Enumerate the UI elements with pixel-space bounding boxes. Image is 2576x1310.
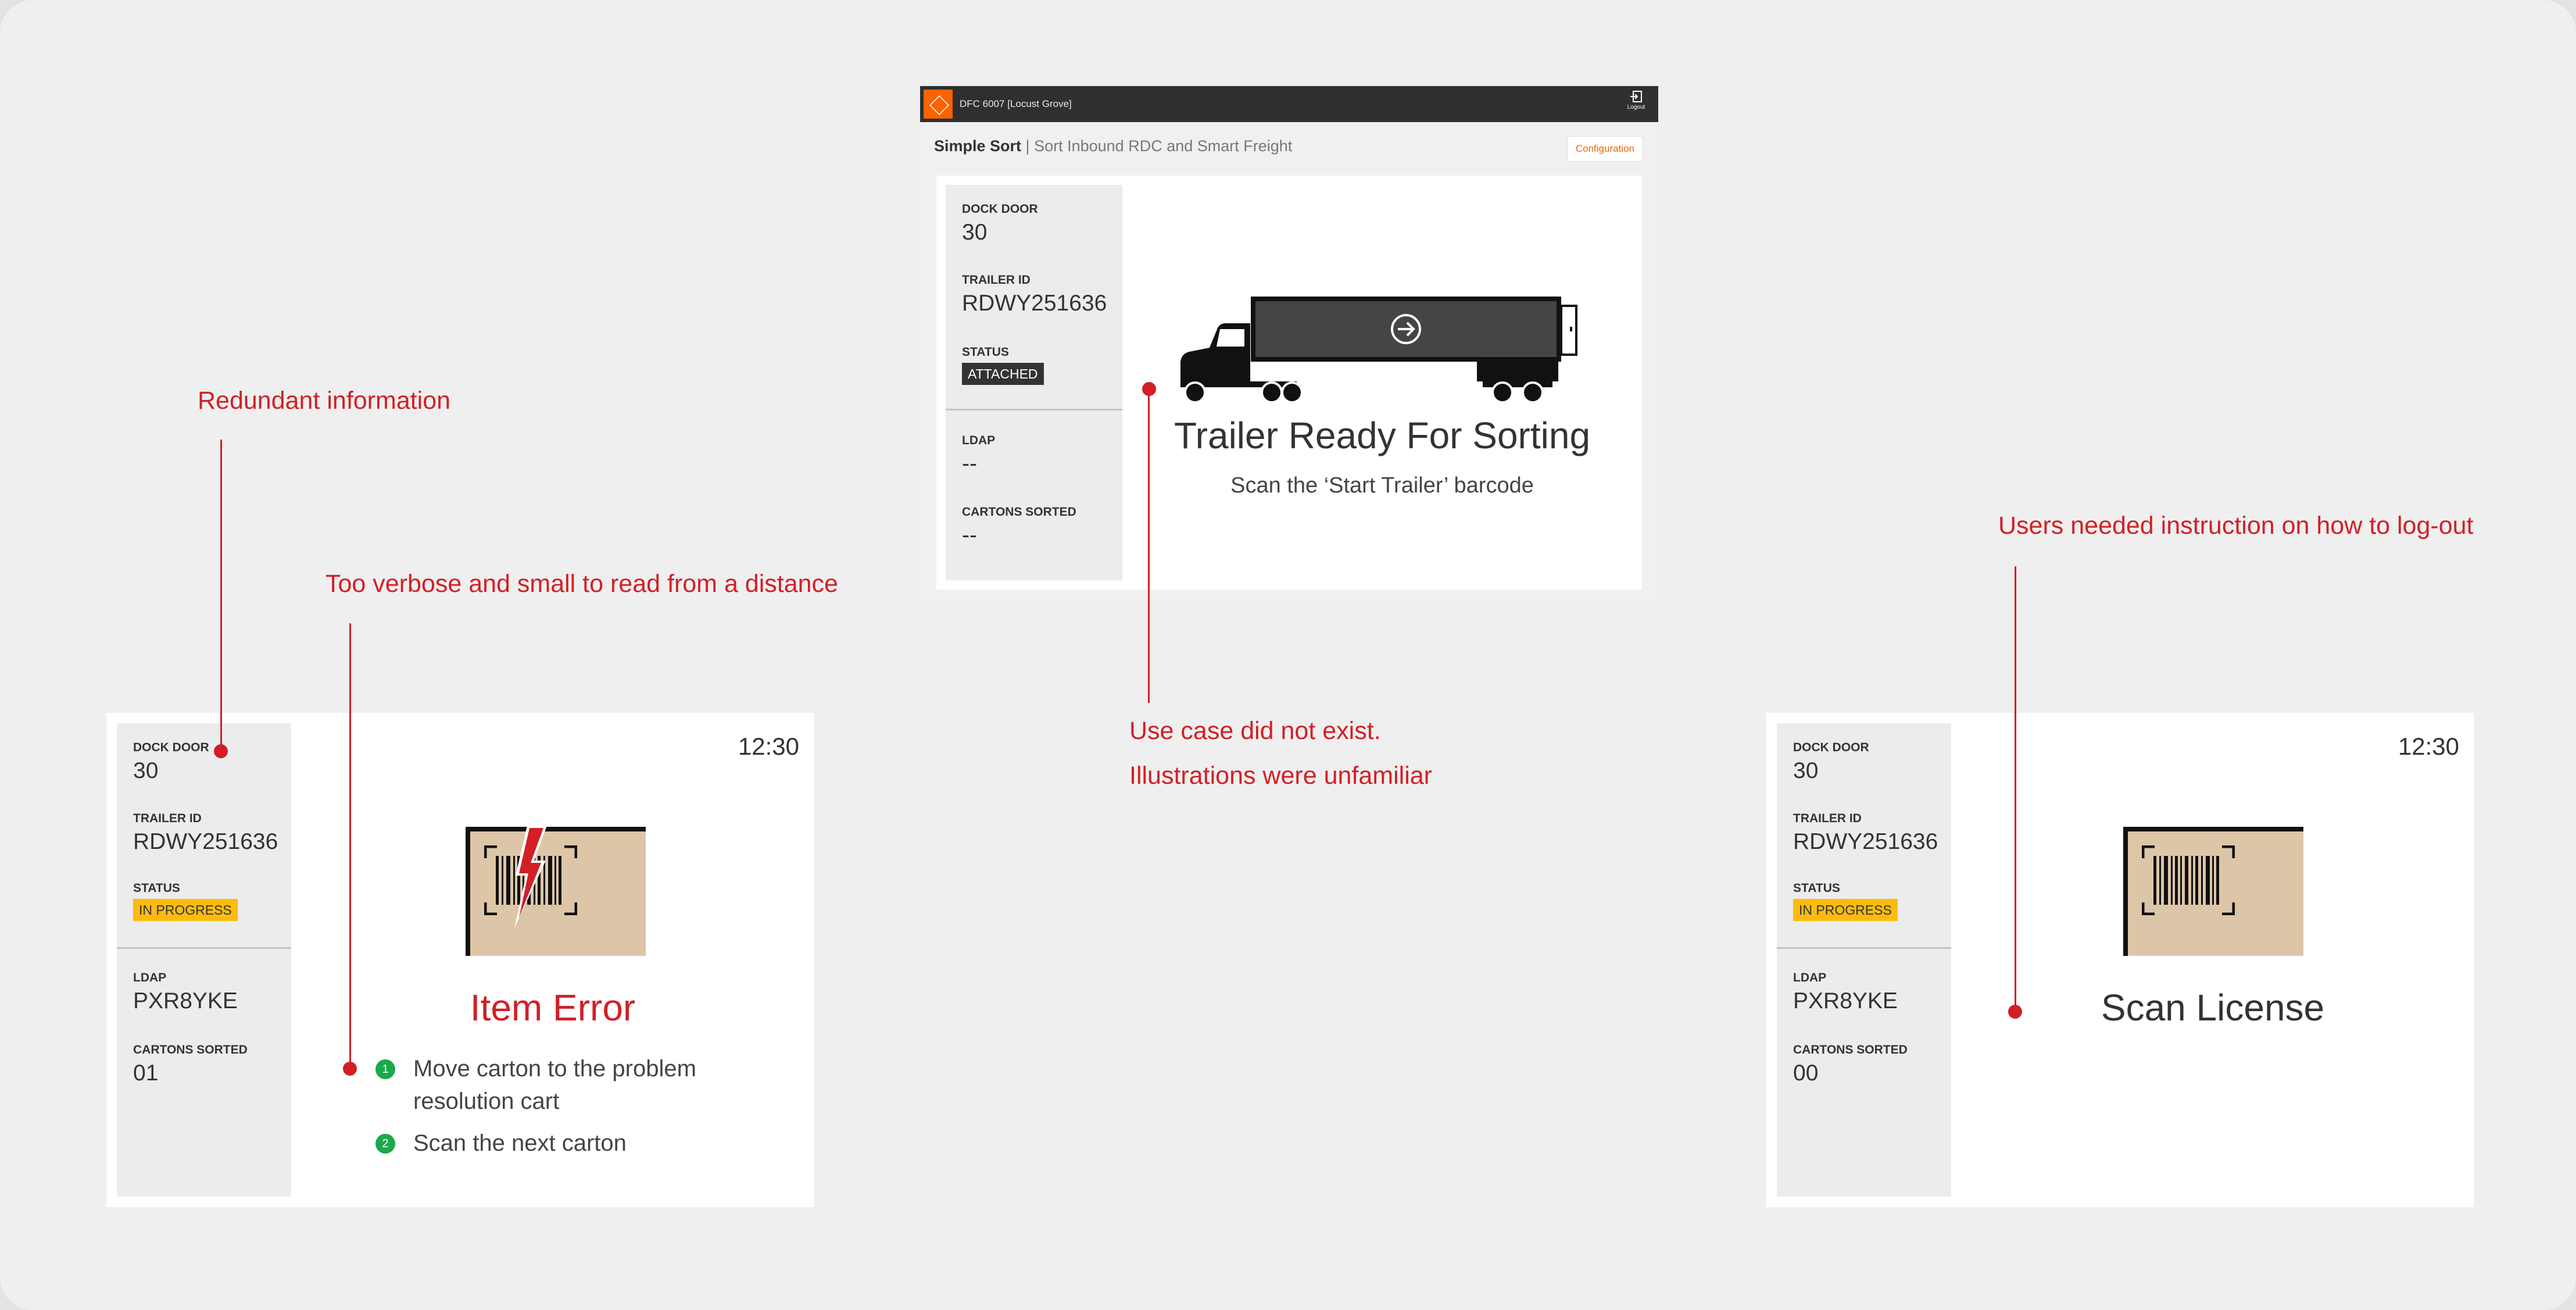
page-title: Simple Sort | Sort Inbound RDC and Smart…: [934, 137, 1292, 155]
title-separator: |: [1025, 137, 1030, 155]
trailer-info-sidebar: DOCK DOOR 30 TRAILER ID RDWY251636 STATU…: [1777, 723, 1951, 1197]
status-label: STATUS: [962, 345, 1009, 359]
step-number-badge: 2: [375, 1134, 395, 1154]
status-badge: IN PROGRESS: [133, 899, 238, 921]
annotation-line: [1148, 389, 1150, 703]
carton-illustration: [2123, 827, 2303, 956]
scan-license-screen: DOCK DOOR 30 TRAILER ID RDWY251636 STATU…: [1766, 713, 2474, 1207]
annotation-illustrations: Illustrations were unfamiliar: [1129, 762, 1432, 790]
step-1-text: Move carton to the problem resolution ca…: [413, 1052, 696, 1118]
ldap-label: LDAP: [133, 971, 167, 984]
trailer-ready-heading: Trailer Ready For Sorting: [1173, 415, 1591, 456]
logout-button[interactable]: Logout: [1625, 90, 1648, 110]
annotation-line: [2015, 566, 2016, 1013]
dock-door-label: DOCK DOOR: [133, 741, 209, 754]
step-number-badge: 1: [375, 1059, 395, 1079]
simple-sort-window: DFC 6007 [Locust Grove] Logout Simple So…: [920, 86, 1658, 598]
dock-door-value: 30: [1793, 758, 1819, 783]
store-name: DFC 6007 [Locust Grove]: [960, 98, 1072, 109]
carton-illustration: [466, 826, 646, 956]
status-label: STATUS: [1793, 881, 1840, 895]
annotation-dot: [2008, 1005, 2022, 1019]
dock-door-value: 30: [962, 220, 988, 245]
status-badge: ATTACHED: [962, 363, 1044, 385]
trailer-id-value: RDWY251636: [1793, 829, 1938, 854]
app-name: Simple Sort: [934, 137, 1022, 155]
logout-icon: [1630, 91, 1642, 102]
annotation-verbose: Too verbose and small to read from a dis…: [325, 570, 838, 598]
trailer-id-value: RDWY251636: [133, 829, 278, 854]
sidebar-divider: [1777, 947, 1951, 949]
truck-illustration: [1180, 297, 1577, 404]
step-2-text: Scan the next carton: [413, 1130, 627, 1156]
home-depot-logo: [924, 90, 953, 119]
cartons-sorted-label: CARTONS SORTED: [962, 505, 1076, 519]
barcode-icon: [2142, 845, 2235, 915]
ldap-label: LDAP: [962, 434, 996, 447]
canvas: DFC 6007 [Locust Grove] Logout Simple So…: [0, 0, 2576, 1310]
status-badge: IN PROGRESS: [1793, 899, 1898, 921]
status-label: STATUS: [133, 881, 180, 895]
dock-door-value: 30: [133, 758, 159, 783]
cartons-sorted-label: CARTONS SORTED: [133, 1043, 248, 1056]
ldap-value: PXR8YKE: [1793, 988, 1898, 1013]
trailer-id-value: RDWY251636: [962, 291, 1107, 316]
annotation-line: [349, 623, 351, 1069]
annotation-line: [220, 440, 222, 751]
dock-door-label: DOCK DOOR: [1793, 741, 1869, 754]
annotation-redundant: Redundant information: [198, 387, 451, 415]
cartons-sorted-value: 01: [133, 1061, 159, 1086]
dock-door-label: DOCK DOOR: [962, 202, 1038, 216]
annotation-logout: Users needed instruction on how to log-o…: [1998, 512, 2474, 540]
step-1-line-2: resolution cart: [413, 1088, 560, 1114]
page-subtitle: Sort Inbound RDC and Smart Freight: [1034, 137, 1293, 155]
trailer-info-sidebar: DOCK DOOR 30 TRAILER ID RDWY251636 STATU…: [946, 185, 1122, 580]
trailer-id-label: TRAILER ID: [1793, 812, 1862, 825]
main-panel: DOCK DOOR 30 TRAILER ID RDWY251636 STATU…: [936, 176, 1642, 590]
annotation-dot: [214, 744, 228, 758]
scan-license-heading: Scan License: [2101, 987, 2325, 1029]
trailer-id-label: TRAILER ID: [962, 273, 1031, 287]
logout-label: Logout: [1627, 104, 1645, 110]
annotation-dot: [343, 1062, 357, 1076]
trailer-id-label: TRAILER ID: [133, 812, 202, 825]
app-header: DFC 6007 [Locust Grove] Logout: [920, 86, 1658, 122]
ldap-value: --: [962, 451, 977, 476]
sidebar-divider: [117, 947, 291, 949]
clock: 12:30: [2398, 733, 2459, 760]
cartons-sorted-label: CARTONS SORTED: [1793, 1043, 1908, 1056]
item-error-screen: DOCK DOOR 30 TRAILER ID RDWY251636 STATU…: [106, 713, 814, 1207]
step-1-line-1: Move carton to the problem: [413, 1056, 696, 1081]
sidebar-divider: [946, 409, 1122, 411]
annotation-use-case: Use case did not exist.: [1129, 717, 1381, 745]
ldap-label: LDAP: [1793, 971, 1827, 984]
lightning-bolt-icon: [514, 826, 547, 928]
cartons-sorted-value: --: [962, 523, 977, 548]
clock: 12:30: [738, 733, 799, 760]
cartons-sorted-value: 00: [1793, 1061, 1819, 1086]
trailer-info-sidebar: DOCK DOOR 30 TRAILER ID RDWY251636 STATU…: [117, 723, 291, 1197]
item-error-heading: Item Error: [470, 987, 636, 1029]
configuration-button[interactable]: Configuration: [1566, 136, 1643, 162]
ldap-value: PXR8YKE: [133, 988, 238, 1013]
scan-instruction: Scan the ‘Start Trailer’ barcode: [1230, 473, 1534, 498]
